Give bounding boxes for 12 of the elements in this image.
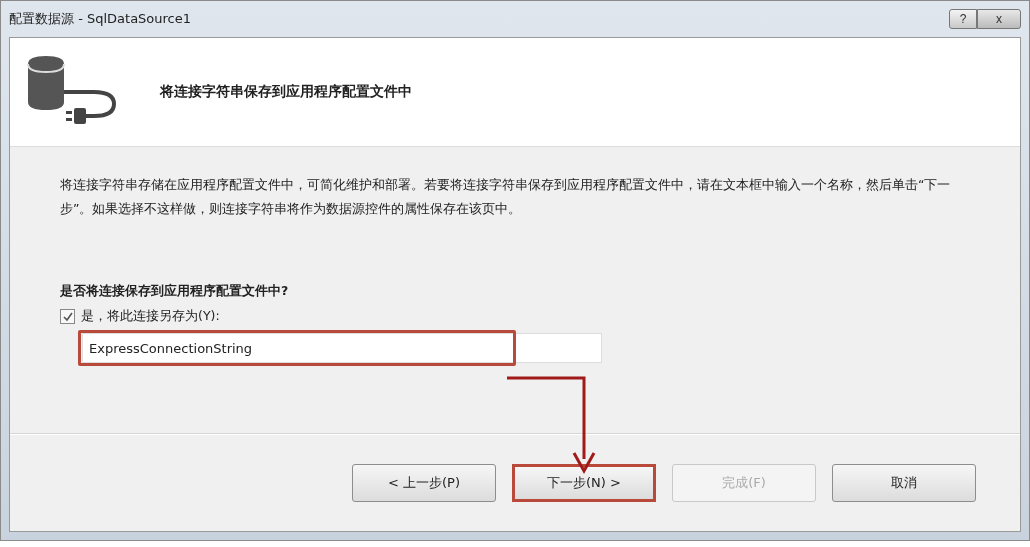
close-button[interactable]: x bbox=[977, 9, 1021, 29]
wizard-button[interactable]: 取消 bbox=[832, 464, 976, 502]
connection-name-field[interactable]: ExpressConnectionString bbox=[82, 333, 602, 363]
checkbox-label: 是，将此连接另存为(Y): bbox=[81, 308, 220, 325]
question-label: 是否将连接保存到应用程序配置文件中? bbox=[60, 283, 290, 300]
page-heading: 将连接字符串保存到应用程序配置文件中 bbox=[160, 83, 412, 101]
description-text: 将连接字符串存储在应用程序配置文件中，可简化维护和部署。若要将连接字符串保存到应用程序配置文件中，请在文本框中输入一个名称，然后单击“下一步”。如果选择不这样做，则连接字符串将作为数据源控件的属性保存在该页中。 bbox=[60, 176, 952, 218]
wizard-button[interactable]: 下一步(N) > bbox=[512, 464, 656, 502]
help-button[interactable]: ? bbox=[949, 9, 977, 29]
window-title: 配置数据源 - SqlDataSource1 bbox=[9, 10, 192, 28]
save-checkbox[interactable] bbox=[60, 309, 75, 324]
wizard-button[interactable]: < 上一步(P) bbox=[352, 464, 496, 502]
